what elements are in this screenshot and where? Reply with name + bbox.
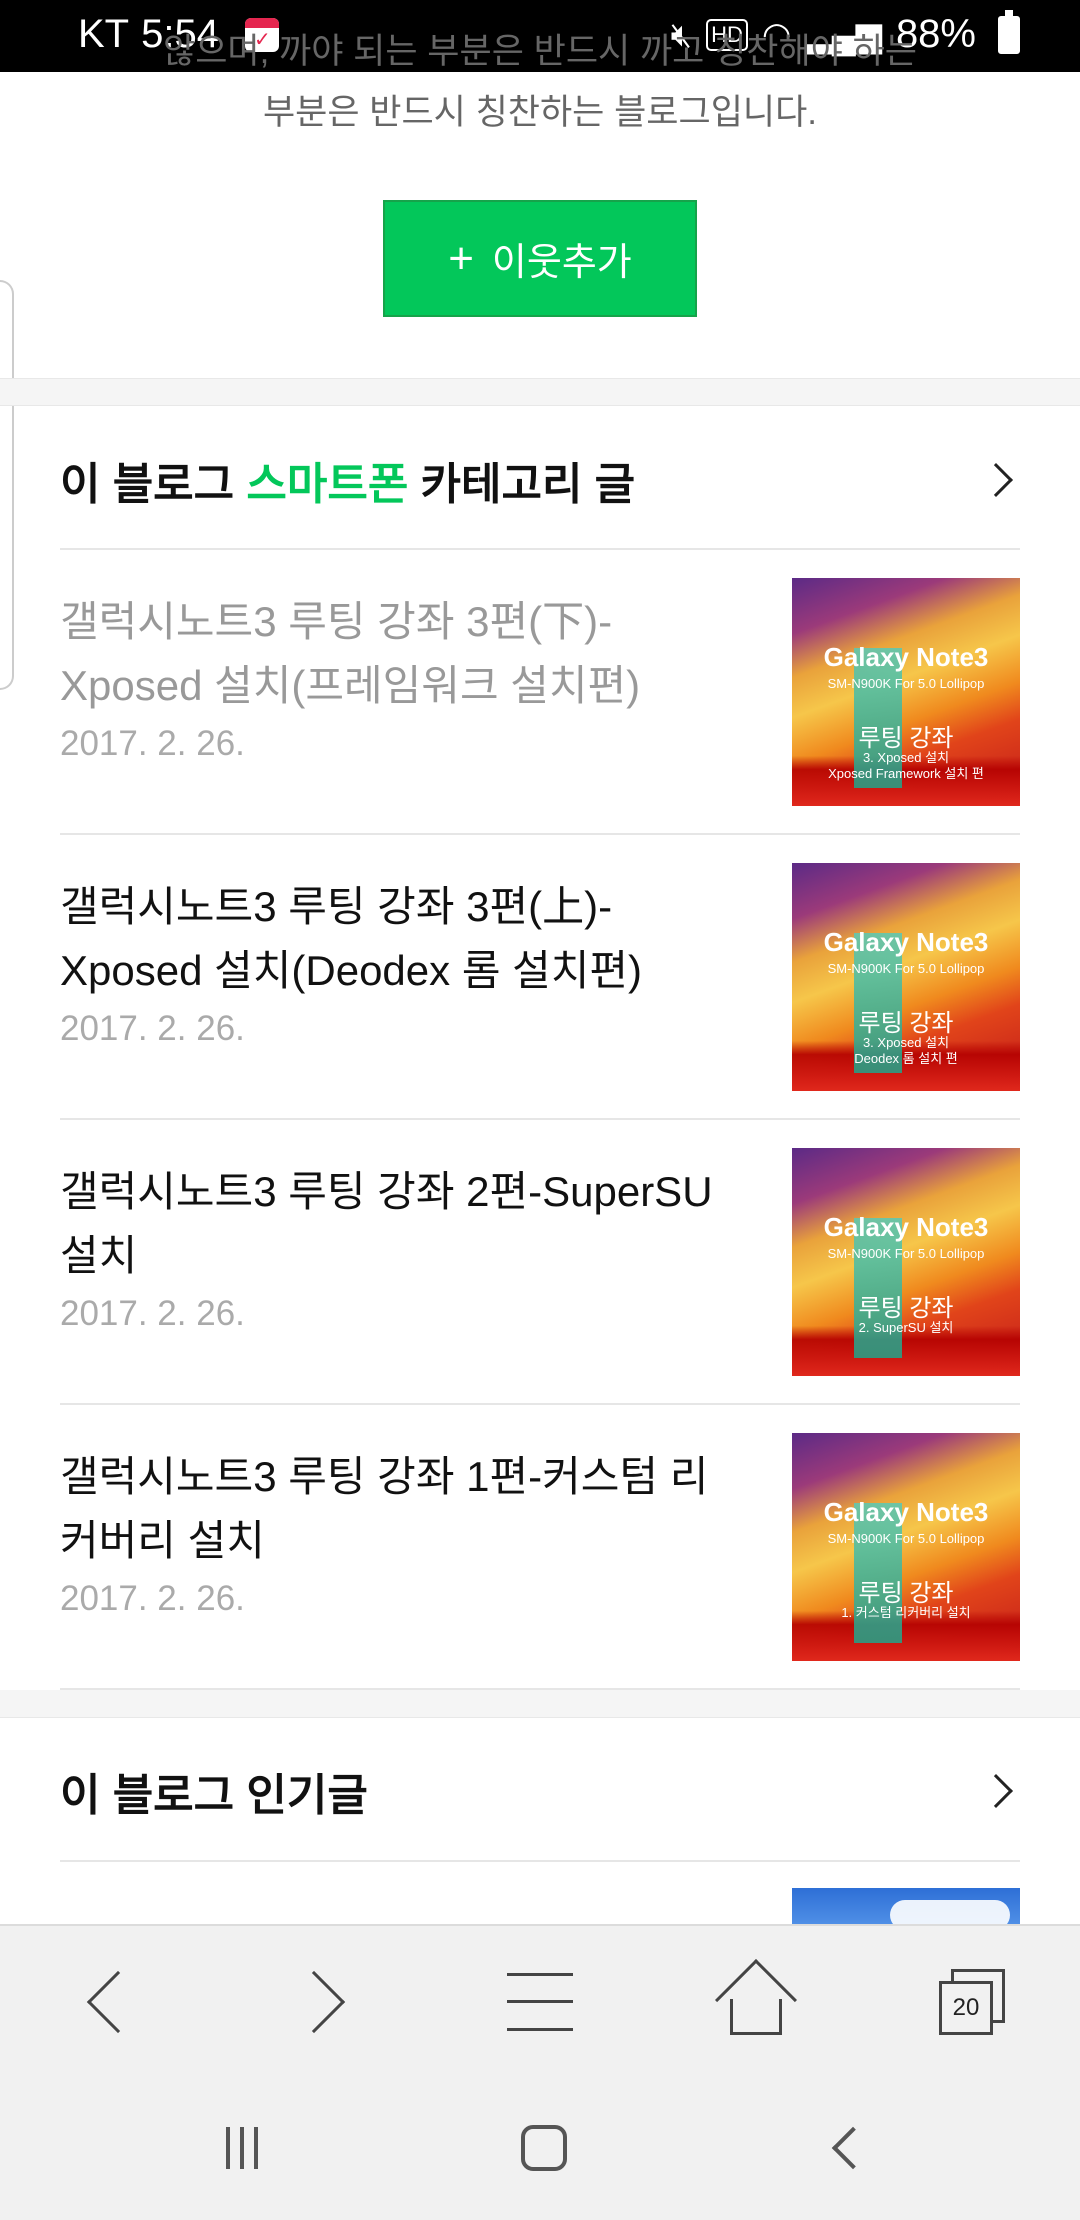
thumb-sub: 3. Xposed 설치 Xposed Framework 설치 편 — [792, 750, 1020, 782]
thumb-model: SM-N900K For 5.0 Lollipop — [827, 961, 985, 976]
category-section-header[interactable]: 이 블로그 스마트폰 카테고리 글 — [60, 412, 1020, 550]
thumb-model: SM-N900K For 5.0 Lollipop — [827, 676, 985, 691]
post-thumbnail[interactable]: Galaxy Note3 SM-N900K For 5.0 Lollipop 루… — [792, 1148, 1020, 1376]
intro-line-2: 부분은 반드시 칭찬하는 블로그입니다. — [262, 93, 818, 132]
thumb-brand: Galaxy Note3 — [823, 927, 989, 957]
thumb-brand: Galaxy Note3 — [823, 1497, 989, 1527]
title-suffix: 카테고리 글 — [408, 460, 636, 509]
tab-count: 20 — [939, 1981, 993, 2035]
browser-toolbar: 20 — [0, 1924, 1080, 2076]
post-thumbnail[interactable] — [792, 1888, 1020, 1924]
thumb-heading: 루팅 강좌 — [858, 1295, 954, 1322]
post-date: 2017. 2. 26. — [60, 724, 245, 763]
category-name: 스마트폰 — [246, 460, 409, 509]
thumb-heading: 루팅 강좌 — [858, 1580, 954, 1607]
thumb-sub: 3. Xposed 설치 Deodex 롬 설치 편 — [792, 1035, 1020, 1067]
add-neighbor-label: 이웃추가 — [491, 242, 632, 284]
post-item[interactable]: 갤럭시노트3 루팅 강좌 1편-커스텀 리커버리 설치 2017. 2. 26.… — [60, 1405, 1020, 1690]
tabs-button[interactable]: 20 — [864, 1926, 1080, 2078]
tabs-icon: 20 — [939, 1969, 1005, 2035]
thumb-heading: 루팅 강좌 — [858, 725, 954, 752]
popular-section-title: 이 블로그 인기글 — [60, 1771, 368, 1820]
post-date: 2017. 2. 26. — [60, 1294, 245, 1333]
chevron-right-icon — [979, 1774, 1013, 1808]
back-button[interactable] — [0, 1926, 216, 2078]
category-section-title: 이 블로그 스마트폰 카테고리 글 — [60, 448, 635, 512]
add-neighbor-button[interactable]: + 이웃추가 — [383, 200, 697, 317]
home-circle-icon — [521, 2125, 567, 2171]
system-back-button[interactable] — [746, 2076, 946, 2220]
post-item[interactable]: 갤럭시노트3 루팅 강좌 3편(下)-Xposed 설치(프레임워크 설치편) … — [60, 550, 1020, 835]
thumb-sub1: 3. Xposed 설치 — [862, 750, 950, 765]
thumb-brand: Galaxy Note3 — [823, 1212, 989, 1242]
popular-section-header[interactable]: 이 블로그 인기글 — [60, 1722, 1020, 1862]
system-nav-bar — [0, 2076, 1080, 2220]
post-title[interactable]: 갤럭시노트3 루팅 강좌 3편(下)-Xposed 설치(프레임워크 설치편) — [60, 590, 740, 718]
chevron-right-icon — [979, 463, 1013, 497]
menu-button[interactable] — [432, 1926, 648, 2078]
post-date: 2017. 2. 26. — [60, 1579, 245, 1618]
post-thumbnail[interactable]: Galaxy Note3 SM-N900K For 5.0 Lollipop 루… — [792, 1433, 1020, 1661]
section-divider — [0, 378, 1080, 406]
post-title[interactable]: 갤럭시노트3 루팅 강좌 2편-SuperSU 설치 — [60, 1160, 740, 1288]
thumb-sub1: 1. 커스텀 리커버리 설치 — [841, 1605, 971, 1620]
system-home-button[interactable] — [444, 2076, 644, 2220]
post-date: 2017. 2. 26. — [60, 1009, 245, 1048]
thumb-heading: 루팅 강좌 — [858, 1010, 954, 1037]
thumb-brand: Galaxy Note3 — [823, 642, 989, 672]
chevron-left-icon — [86, 1970, 150, 2034]
thumb-sub: 1. 커스텀 리커버리 설치 — [792, 1605, 1020, 1621]
post-thumbnail[interactable]: Galaxy Note3 SM-N900K For 5.0 Lollipop 루… — [792, 863, 1020, 1091]
post-title[interactable]: 갤럭시노트3 루팅 강좌 1편-커스텀 리커버리 설치 — [60, 1445, 740, 1573]
home-button[interactable] — [648, 1926, 864, 2078]
thumb-model: SM-N900K For 5.0 Lollipop — [827, 1246, 985, 1261]
post-item[interactable]: 갤럭시노트3 루팅 강좌 3편(上)-Xposed 설치(Deodex 롬 설치… — [60, 835, 1020, 1120]
home-icon — [714, 1958, 798, 2042]
post-thumbnail[interactable]: Galaxy Note3 SM-N900K For 5.0 Lollipop 루… — [792, 578, 1020, 806]
side-panel-handle[interactable] — [0, 280, 14, 690]
recents-button[interactable] — [142, 2076, 342, 2220]
post-title[interactable]: 갤럭시노트3 루팅 강좌 3편(上)-Xposed 설치(Deodex 롬 설치… — [60, 875, 740, 1003]
thumb-sub2: Xposed Framework 설치 편 — [828, 766, 984, 781]
title-prefix: 이 블로그 — [60, 460, 247, 509]
section-divider — [0, 1690, 1080, 1718]
back-icon — [831, 2126, 875, 2170]
post-item[interactable]: 갤럭시노트3 루팅 강좌 2편-SuperSU 설치 2017. 2. 26. … — [60, 1120, 1020, 1405]
recents-icon — [226, 2127, 258, 2169]
hamburger-icon — [507, 1973, 573, 2031]
forward-button[interactable] — [216, 1926, 432, 2078]
blog-intro: 않으며, 까야 되는 부분은 반드시 까고 칭찬해야 하는 부분은 반드시 칭찬… — [0, 32, 1080, 144]
thumb-sub2: Deodex 롬 설치 편 — [854, 1051, 958, 1066]
thumb-sub: 2. SuperSU 설치 — [792, 1320, 1020, 1336]
plus-icon: + — [448, 233, 474, 283]
thumb-model: SM-N900K For 5.0 Lollipop — [827, 1531, 985, 1546]
intro-line-1: 않으며, 까야 되는 부분은 반드시 까고 칭찬해야 하는 — [163, 32, 917, 71]
chevron-right-icon — [282, 1970, 346, 2034]
thumb-sub1: 3. Xposed 설치 — [862, 1035, 950, 1050]
thumb-sub1: 2. SuperSU 설치 — [858, 1320, 954, 1335]
